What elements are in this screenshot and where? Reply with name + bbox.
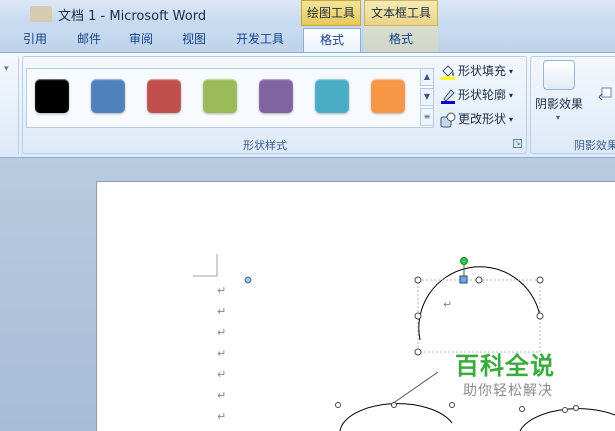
shape-handle[interactable]: [391, 402, 397, 408]
selection-frame: [417, 279, 541, 353]
rotation-handle[interactable]: [460, 257, 468, 265]
resize-handle[interactable]: [414, 348, 422, 356]
resize-handle[interactable]: [536, 312, 544, 320]
lower-right-arc-shape[interactable]: [519, 408, 615, 431]
resize-handle[interactable]: [536, 276, 544, 284]
watermark-title: 百科全说: [455, 352, 555, 380]
shape-handle[interactable]: [562, 407, 568, 413]
anchor-handle[interactable]: [244, 276, 252, 284]
connector-line[interactable]: [391, 371, 439, 405]
shape-handle[interactable]: [519, 406, 525, 412]
adjust-handle[interactable]: [459, 275, 468, 284]
resize-handle[interactable]: [414, 276, 422, 284]
shape-handle[interactable]: [335, 402, 341, 408]
margin-corner-mark: [193, 254, 218, 277]
resize-handle[interactable]: [475, 276, 483, 284]
shape-handle[interactable]: [449, 402, 455, 408]
shape-handle[interactable]: [573, 405, 579, 411]
resize-handle[interactable]: [414, 312, 422, 320]
watermark-subtitle: 助你轻松解决: [463, 383, 553, 399]
lower-left-arc-shape[interactable]: [339, 403, 453, 431]
